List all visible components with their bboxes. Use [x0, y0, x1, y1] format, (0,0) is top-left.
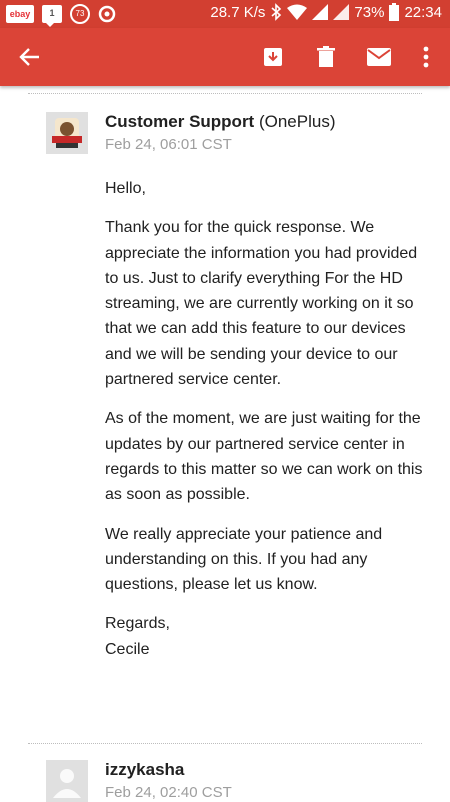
mark-unread-button[interactable] — [363, 41, 395, 73]
message-date-2: Feb 24, 02:40 CST — [105, 784, 232, 801]
network-speed: 28.7 K/s — [210, 3, 266, 21]
signoff: Regards, Cecile — [105, 615, 170, 658]
back-button[interactable] — [14, 41, 46, 73]
body-paragraph-2: As of the moment, we are just waiting fo… — [105, 410, 423, 504]
sender-display-name-2: izzykasha — [105, 760, 185, 779]
signal-icon — [312, 4, 329, 20]
message-date: Feb 24, 06:01 CST — [105, 136, 232, 153]
sender-organization: (OnePlus) — [258, 112, 336, 131]
sender-name[interactable]: Customer Support (OnePlus) — [105, 112, 336, 132]
status-bar: ebay 1 73 28.7 K/s 73% 22:34 — [0, 0, 450, 28]
more-options-button[interactable] — [410, 41, 442, 73]
archive-button[interactable] — [257, 41, 289, 73]
message-divider — [28, 743, 422, 744]
count-notification-icon: 73 — [70, 4, 90, 24]
ebay-notification-icon: ebay — [6, 5, 34, 23]
sender-avatar-2[interactable] — [46, 760, 88, 802]
person-icon — [53, 769, 81, 798]
sender-display-name: Customer Support — [105, 112, 255, 131]
message-notification-icon: 1 — [42, 5, 62, 27]
message-body: Hello, Thank you for the quick response.… — [105, 176, 427, 676]
battery-icon — [389, 3, 400, 21]
arrow-left-icon — [19, 48, 39, 66]
thread-divider — [28, 93, 422, 94]
greeting: Hello, — [105, 180, 146, 197]
bluetooth-icon — [271, 3, 282, 21]
battery-percent: 73% — [354, 3, 385, 21]
more-vert-icon — [423, 46, 429, 68]
sender-avatar[interactable] — [46, 112, 88, 154]
body-paragraph-3: We really appreciate your patience and u… — [105, 525, 383, 594]
app-bar — [0, 28, 450, 86]
delete-button[interactable] — [310, 41, 342, 73]
signal-2-icon — [333, 4, 350, 20]
archive-icon — [264, 48, 282, 66]
sender-name-2[interactable]: izzykasha — [105, 760, 184, 780]
body-paragraph-1: Thank you for the quick response. We app… — [105, 219, 418, 389]
mail-icon — [367, 48, 391, 66]
opera-icon — [98, 5, 116, 23]
trash-icon — [317, 46, 335, 67]
clock: 22:34 — [404, 3, 442, 21]
oneplus-logo-icon — [52, 118, 82, 148]
wifi-icon — [287, 4, 308, 20]
